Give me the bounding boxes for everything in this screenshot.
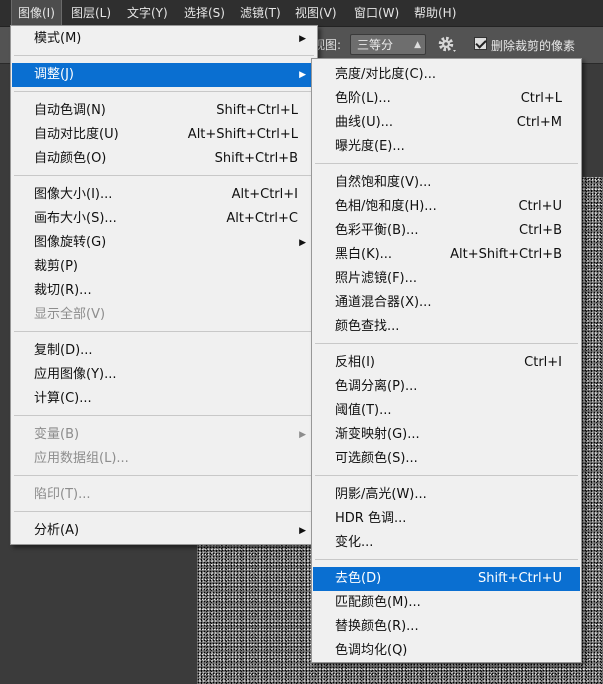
submenu-arrow-icon: ▶	[299, 238, 306, 248]
menu-separator	[14, 415, 314, 416]
menu-type[interactable]: 文字(Y)	[121, 0, 174, 26]
menu-image[interactable]: 图像(I)	[11, 0, 62, 27]
menu-item-canvas-size[interactable]: 画布大小(S)... Alt+Ctrl+C	[12, 207, 316, 231]
menu-window[interactable]: 窗口(W)	[348, 0, 405, 26]
submenu-arrow-icon: ▶	[299, 34, 306, 44]
submenu-arrow-icon: ▶	[299, 70, 306, 80]
menu-select[interactable]: 选择(S)	[178, 0, 231, 26]
menu-item-image-rotation[interactable]: 图像旋转(G) ▶	[12, 231, 316, 255]
submenu-arrow-icon: ▶	[299, 526, 306, 536]
submenu-arrow-icon: ▶	[299, 430, 306, 440]
menu-item-variations[interactable]: 变化...	[313, 531, 580, 555]
menu-item-photo-filter[interactable]: 照片滤镜(F)...	[313, 267, 580, 291]
menu-item-apply-image[interactable]: 应用图像(Y)...	[12, 363, 316, 387]
menu-separator	[315, 475, 578, 476]
menu-item-image-size[interactable]: 图像大小(I)... Alt+Ctrl+I	[12, 183, 316, 207]
menu-item-desaturate[interactable]: 去色(D) Shift+Ctrl+U	[313, 567, 580, 591]
menu-item-adjustments[interactable]: 调整(J) ▶	[12, 63, 316, 87]
menu-item-shadows-highlights[interactable]: 阴影/高光(W)...	[313, 483, 580, 507]
menu-item-trim[interactable]: 裁切(R)...	[12, 279, 316, 303]
menu-item-color-balance[interactable]: 色彩平衡(B)... Ctrl+B	[313, 219, 580, 243]
menu-item-analysis[interactable]: 分析(A) ▶	[12, 519, 316, 543]
delete-crop-checkbox[interactable]	[474, 37, 487, 50]
adjustments-submenu: 亮度/对比度(C)... 色阶(L)... Ctrl+L 曲线(U)... Ct…	[311, 58, 582, 663]
select-updown-icon: ▲	[414, 40, 421, 50]
menu-separator	[14, 91, 314, 92]
image-menu: 模式(M) ▶ 调整(J) ▶ 自动色调(N) Shift+Ctrl+L 自动对…	[10, 25, 318, 545]
menu-item-auto-color[interactable]: 自动颜色(O) Shift+Ctrl+B	[12, 147, 316, 171]
menu-item-crop[interactable]: 裁剪(P)	[12, 255, 316, 279]
menu-item-curves[interactable]: 曲线(U)... Ctrl+M	[313, 111, 580, 135]
menu-item-equalize[interactable]: 色调均化(Q)	[313, 639, 580, 663]
menu-separator	[315, 559, 578, 560]
menu-item-threshold[interactable]: 阈值(T)...	[313, 399, 580, 423]
menu-item-exposure[interactable]: 曝光度(E)...	[313, 135, 580, 159]
menu-item-apply-data-set: 应用数据组(L)...	[34, 451, 129, 466]
menu-item-gradient-map[interactable]: 渐变映射(G)...	[313, 423, 580, 447]
menu-item-color-lookup[interactable]: 颜色查找...	[313, 315, 580, 339]
menu-view[interactable]: 视图(V)	[289, 0, 343, 26]
menu-separator	[14, 511, 314, 512]
menu-item-match-color[interactable]: 匹配颜色(M)...	[313, 591, 580, 615]
delete-crop-label: 删除裁剪的像素	[491, 39, 576, 53]
view-select-value: 三等分	[357, 38, 394, 52]
menu-layer[interactable]: 图层(L)	[65, 0, 117, 26]
menu-item-hue-saturation[interactable]: 色相/饱和度(H)... Ctrl+U	[313, 195, 580, 219]
menu-item-auto-tone[interactable]: 自动色调(N) Shift+Ctrl+L	[12, 99, 316, 123]
view-select[interactable]: 三等分 ▲	[350, 34, 426, 55]
menu-item-channel-mixer[interactable]: 通道混合器(X)...	[313, 291, 580, 315]
menu-item-posterize[interactable]: 色调分离(P)...	[313, 375, 580, 399]
menu-item-calculations[interactable]: 计算(C)...	[12, 387, 316, 411]
menu-filter[interactable]: 滤镜(T)	[234, 0, 287, 26]
menu-item-hdr-toning[interactable]: HDR 色调...	[313, 507, 580, 531]
menu-item-auto-contrast[interactable]: 自动对比度(U) Alt+Shift+Ctrl+L	[12, 123, 316, 147]
menu-item-mode[interactable]: 模式(M) ▶	[12, 27, 316, 51]
menu-item-brightness-contrast[interactable]: 亮度/对比度(C)...	[313, 63, 580, 87]
menu-item-black-white[interactable]: 黑白(K)... Alt+Shift+Ctrl+B	[313, 243, 580, 267]
menu-item-vibrance[interactable]: 自然饱和度(V)...	[313, 171, 580, 195]
menu-help[interactable]: 帮助(H)	[408, 0, 462, 26]
menu-item-invert[interactable]: 反相(I) Ctrl+I	[313, 351, 580, 375]
menu-separator	[14, 475, 314, 476]
menu-item-levels[interactable]: 色阶(L)... Ctrl+L	[313, 87, 580, 111]
menu-item-variables: 变量(B) ▶	[12, 423, 316, 447]
menu-separator	[14, 175, 314, 176]
menu-item-replace-color[interactable]: 替换颜色(R)...	[313, 615, 580, 639]
gear-icon[interactable]	[436, 33, 458, 55]
menu-separator	[315, 343, 578, 344]
menu-item-reveal-all: 显示全部(V)	[34, 307, 106, 322]
menu-separator	[14, 55, 314, 56]
menu-separator	[315, 163, 578, 164]
menu-bar: 图像(I) 图层(L) 文字(Y) 选择(S) 滤镜(T) 视图(V) 窗口(W…	[0, 0, 603, 27]
menu-item-selective-color[interactable]: 可选颜色(S)...	[313, 447, 580, 471]
menu-item-duplicate[interactable]: 复制(D)...	[12, 339, 316, 363]
menu-item-trap: 陷印(T)...	[34, 487, 91, 502]
menu-separator	[14, 331, 314, 332]
